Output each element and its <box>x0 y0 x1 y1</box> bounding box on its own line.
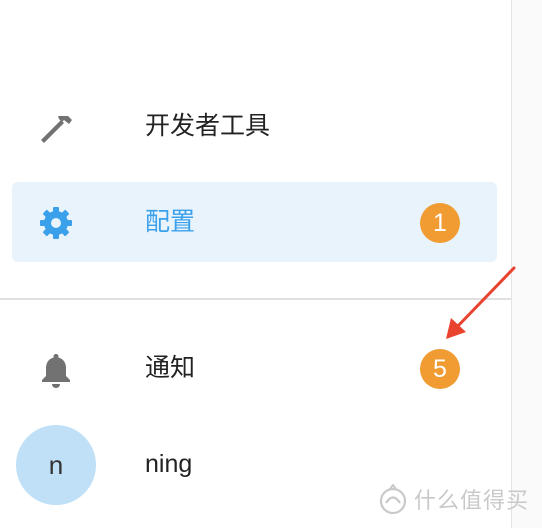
hammer-icon <box>41 116 72 143</box>
notification-badge: 1 <box>420 203 460 243</box>
sidebar-item-label: 通知 <box>145 354 196 382</box>
sidebar-item-label: 开发者工具 <box>145 112 271 140</box>
sidebar-item-notifications[interactable]: 通知 5 <box>12 328 497 408</box>
avatar[interactable]: n <box>16 425 96 505</box>
watermark: 什么值得买 <box>376 484 529 514</box>
gear-icon <box>40 207 72 239</box>
sidebar-item-developer-tools[interactable]: 开发者工具 <box>12 86 497 166</box>
main-content-edge <box>512 0 542 528</box>
notification-badge: 5 <box>420 349 460 389</box>
bell-icon <box>42 354 70 388</box>
watermark-text: 什么值得买 <box>414 488 530 513</box>
sidebar: 开发者工具 配置 1 通知 5 n ning <box>0 0 511 528</box>
sidebar-item-config[interactable]: 配置 1 <box>12 182 497 262</box>
user-name[interactable]: ning <box>145 448 192 480</box>
smzdm-logo-icon <box>379 484 407 514</box>
sidebar-item-label: 配置 <box>145 208 196 236</box>
divider <box>0 298 511 300</box>
